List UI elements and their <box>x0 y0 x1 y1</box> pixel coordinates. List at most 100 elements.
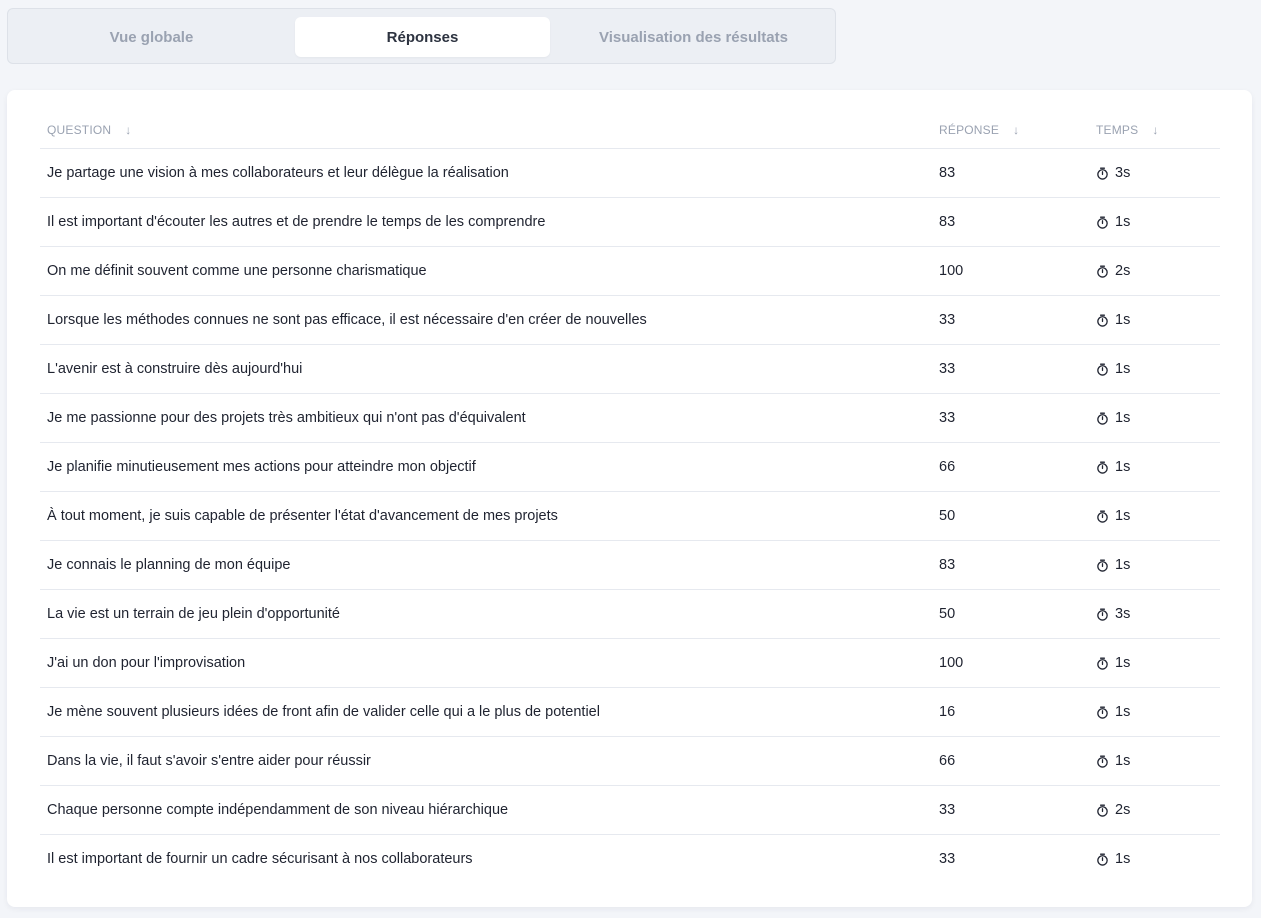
temps-cell: 1s <box>1096 198 1130 246</box>
question-text: La vie est un terrain de jeu plein d'opp… <box>47 606 340 622</box>
tab-visualisation-resultats[interactable]: Visualisation des résultats <box>566 17 821 57</box>
temps-value: 1s <box>1115 557 1131 573</box>
tab-vue-globale[interactable]: Vue globale <box>24 17 279 57</box>
temps-cell: 2s <box>1096 247 1130 295</box>
temps-value: 1s <box>1115 410 1131 426</box>
reponse-value: 33 <box>939 410 956 426</box>
temps-value: 1s <box>1115 753 1131 769</box>
temps-value: 1s <box>1115 361 1131 377</box>
stopwatch-icon <box>1096 216 1109 229</box>
temps-value: 3s <box>1115 165 1131 181</box>
header-reponse-label: RÉPONSE <box>939 123 1000 137</box>
temps-value: 2s <box>1115 802 1131 818</box>
reponse-value: 66 <box>939 753 956 769</box>
reponse-value: 83 <box>939 557 956 573</box>
temps-cell: 1s <box>1096 492 1130 540</box>
reponse-value: 100 <box>939 655 964 671</box>
sort-arrow-down-icon[interactable]: ↓ <box>1152 123 1158 137</box>
stopwatch-icon <box>1096 510 1109 523</box>
temps-cell: 2s <box>1096 786 1130 834</box>
stopwatch-icon <box>1096 657 1109 670</box>
temps-cell: 1s <box>1096 688 1130 736</box>
question-text: J'ai un don pour l'improvisation <box>47 655 246 671</box>
reponse-value: 33 <box>939 851 956 867</box>
question-text: Je connais le planning de mon équipe <box>47 557 291 573</box>
temps-value: 1s <box>1115 851 1131 867</box>
table-row: Je mène souvent plusieurs idées de front… <box>40 688 1220 737</box>
temps-cell: 1s <box>1096 345 1130 393</box>
stopwatch-icon <box>1096 314 1109 327</box>
reponse-value: 83 <box>939 165 956 181</box>
temps-value: 2s <box>1115 263 1131 279</box>
header-reponse[interactable]: RÉPONSE ↓ <box>939 123 1019 137</box>
question-text: Je planifie minutieusement mes actions p… <box>47 459 476 475</box>
header-temps[interactable]: TEMPS ↓ <box>1096 123 1159 137</box>
reponse-value: 66 <box>939 459 956 475</box>
temps-value: 1s <box>1115 214 1131 230</box>
stopwatch-icon <box>1096 608 1109 621</box>
question-text: Chaque personne compte indépendamment de… <box>47 802 509 818</box>
stopwatch-icon <box>1096 363 1109 376</box>
temps-value: 1s <box>1115 312 1131 328</box>
table-row: Il est important de fournir un cadre séc… <box>40 835 1220 883</box>
table-row: Il est important d'écouter les autres et… <box>40 198 1220 247</box>
question-text: À tout moment, je suis capable de présen… <box>47 508 558 524</box>
temps-value: 1s <box>1115 655 1131 671</box>
table-row: À tout moment, je suis capable de présen… <box>40 492 1220 541</box>
temps-cell: 1s <box>1096 443 1130 491</box>
stopwatch-icon <box>1096 167 1109 180</box>
reponse-value: 16 <box>939 704 956 720</box>
temps-cell: 1s <box>1096 394 1130 442</box>
temps-value: 3s <box>1115 606 1131 622</box>
tab-reponses[interactable]: Réponses <box>295 17 550 57</box>
responses-table: QUESTION ↓ RÉPONSE ↓ TEMPS ↓ Je partage … <box>40 112 1220 883</box>
question-text: On me définit souvent comme une personne… <box>47 263 427 279</box>
stopwatch-icon <box>1096 412 1109 425</box>
reponse-value: 50 <box>939 606 956 622</box>
question-text: Il est important de fournir un cadre séc… <box>47 851 473 867</box>
question-text: Dans la vie, il faut s'avoir s'entre aid… <box>47 753 371 769</box>
header-question[interactable]: QUESTION ↓ <box>47 123 131 137</box>
temps-cell: 1s <box>1096 737 1130 785</box>
table-row: Dans la vie, il faut s'avoir s'entre aid… <box>40 737 1220 786</box>
reponse-value: 33 <box>939 312 956 328</box>
table-body: Je partage une vision à mes collaborateu… <box>40 149 1220 883</box>
table-row: On me définit souvent comme une personne… <box>40 247 1220 296</box>
table-row: Je me passionne pour des projets très am… <box>40 394 1220 443</box>
temps-cell: 1s <box>1096 541 1130 589</box>
table-header: QUESTION ↓ RÉPONSE ↓ TEMPS ↓ <box>40 112 1220 149</box>
temps-cell: 1s <box>1096 835 1130 883</box>
reponse-value: 33 <box>939 802 956 818</box>
table-row: Je planifie minutieusement mes actions p… <box>40 443 1220 492</box>
header-question-label: QUESTION <box>47 123 112 137</box>
stopwatch-icon <box>1096 804 1109 817</box>
table-row: Je partage une vision à mes collaborateu… <box>40 149 1220 198</box>
table-row: Chaque personne compte indépendamment de… <box>40 786 1220 835</box>
reponse-value: 33 <box>939 361 956 377</box>
temps-value: 1s <box>1115 459 1131 475</box>
question-text: Je me passionne pour des projets très am… <box>47 410 526 426</box>
responses-card: QUESTION ↓ RÉPONSE ↓ TEMPS ↓ Je partage … <box>7 90 1252 907</box>
reponse-value: 100 <box>939 263 964 279</box>
table-row: L'avenir est à construire dès aujourd'hu… <box>40 345 1220 394</box>
temps-cell: 3s <box>1096 149 1130 197</box>
reponse-value: 83 <box>939 214 956 230</box>
tab-bar: Vue globale Réponses Visualisation des r… <box>7 8 836 64</box>
question-text: L'avenir est à construire dès aujourd'hu… <box>47 361 303 377</box>
header-temps-label: TEMPS <box>1096 123 1139 137</box>
temps-value: 1s <box>1115 508 1131 524</box>
stopwatch-icon <box>1096 559 1109 572</box>
sort-arrow-down-icon[interactable]: ↓ <box>1013 123 1019 137</box>
sort-arrow-down-icon[interactable]: ↓ <box>125 123 131 137</box>
table-row: J'ai un don pour l'improvisation 100 1s <box>40 639 1220 688</box>
temps-value: 1s <box>1115 704 1131 720</box>
table-row: La vie est un terrain de jeu plein d'opp… <box>40 590 1220 639</box>
stopwatch-icon <box>1096 461 1109 474</box>
question-text: Il est important d'écouter les autres et… <box>47 214 546 230</box>
table-row: Lorsque les méthodes connues ne sont pas… <box>40 296 1220 345</box>
question-text: Je partage une vision à mes collaborateu… <box>47 165 509 181</box>
stopwatch-icon <box>1096 755 1109 768</box>
stopwatch-icon <box>1096 853 1109 866</box>
temps-cell: 3s <box>1096 590 1130 638</box>
table-row: Je connais le planning de mon équipe 83 1s <box>40 541 1220 590</box>
